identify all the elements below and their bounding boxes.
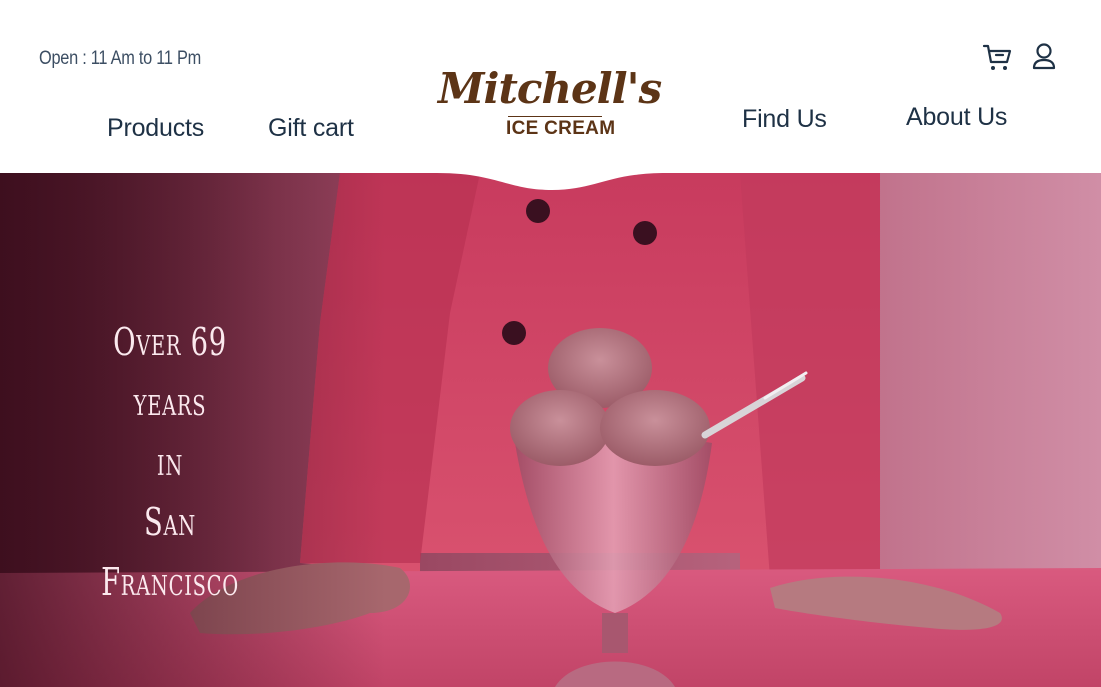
- nav-gift-cart[interactable]: Gift cart: [268, 114, 354, 143]
- cart-icon: [982, 44, 1012, 70]
- cart-button[interactable]: [980, 40, 1014, 74]
- hero-tagline: Over 69 years in San Francisco: [60, 312, 280, 612]
- tagline-line-2: in: [156, 440, 184, 484]
- tagline-line-1: Over 69 years: [113, 320, 227, 424]
- header-tab-bump: [437, 150, 667, 190]
- site-header: Open : 11 Am to 11 Pm Products Gift cart…: [0, 0, 1101, 173]
- tagline-line-3: San Francisco: [101, 500, 239, 604]
- nav-products[interactable]: Products: [107, 114, 204, 143]
- logo[interactable]: Mitchell's ICE CREAM: [438, 64, 662, 145]
- nav-find-us[interactable]: Find Us: [742, 105, 827, 134]
- account-button[interactable]: [1028, 40, 1062, 74]
- logo-script: Mitchell's: [438, 64, 662, 113]
- nav-about-us[interactable]: About Us: [906, 103, 1007, 132]
- logo-subtitle: ICE CREAM: [506, 118, 616, 139]
- logo-rule: [508, 116, 602, 117]
- opening-hours: Open : 11 Am to 11 Pm: [39, 48, 202, 69]
- user-icon: [1032, 43, 1056, 70]
